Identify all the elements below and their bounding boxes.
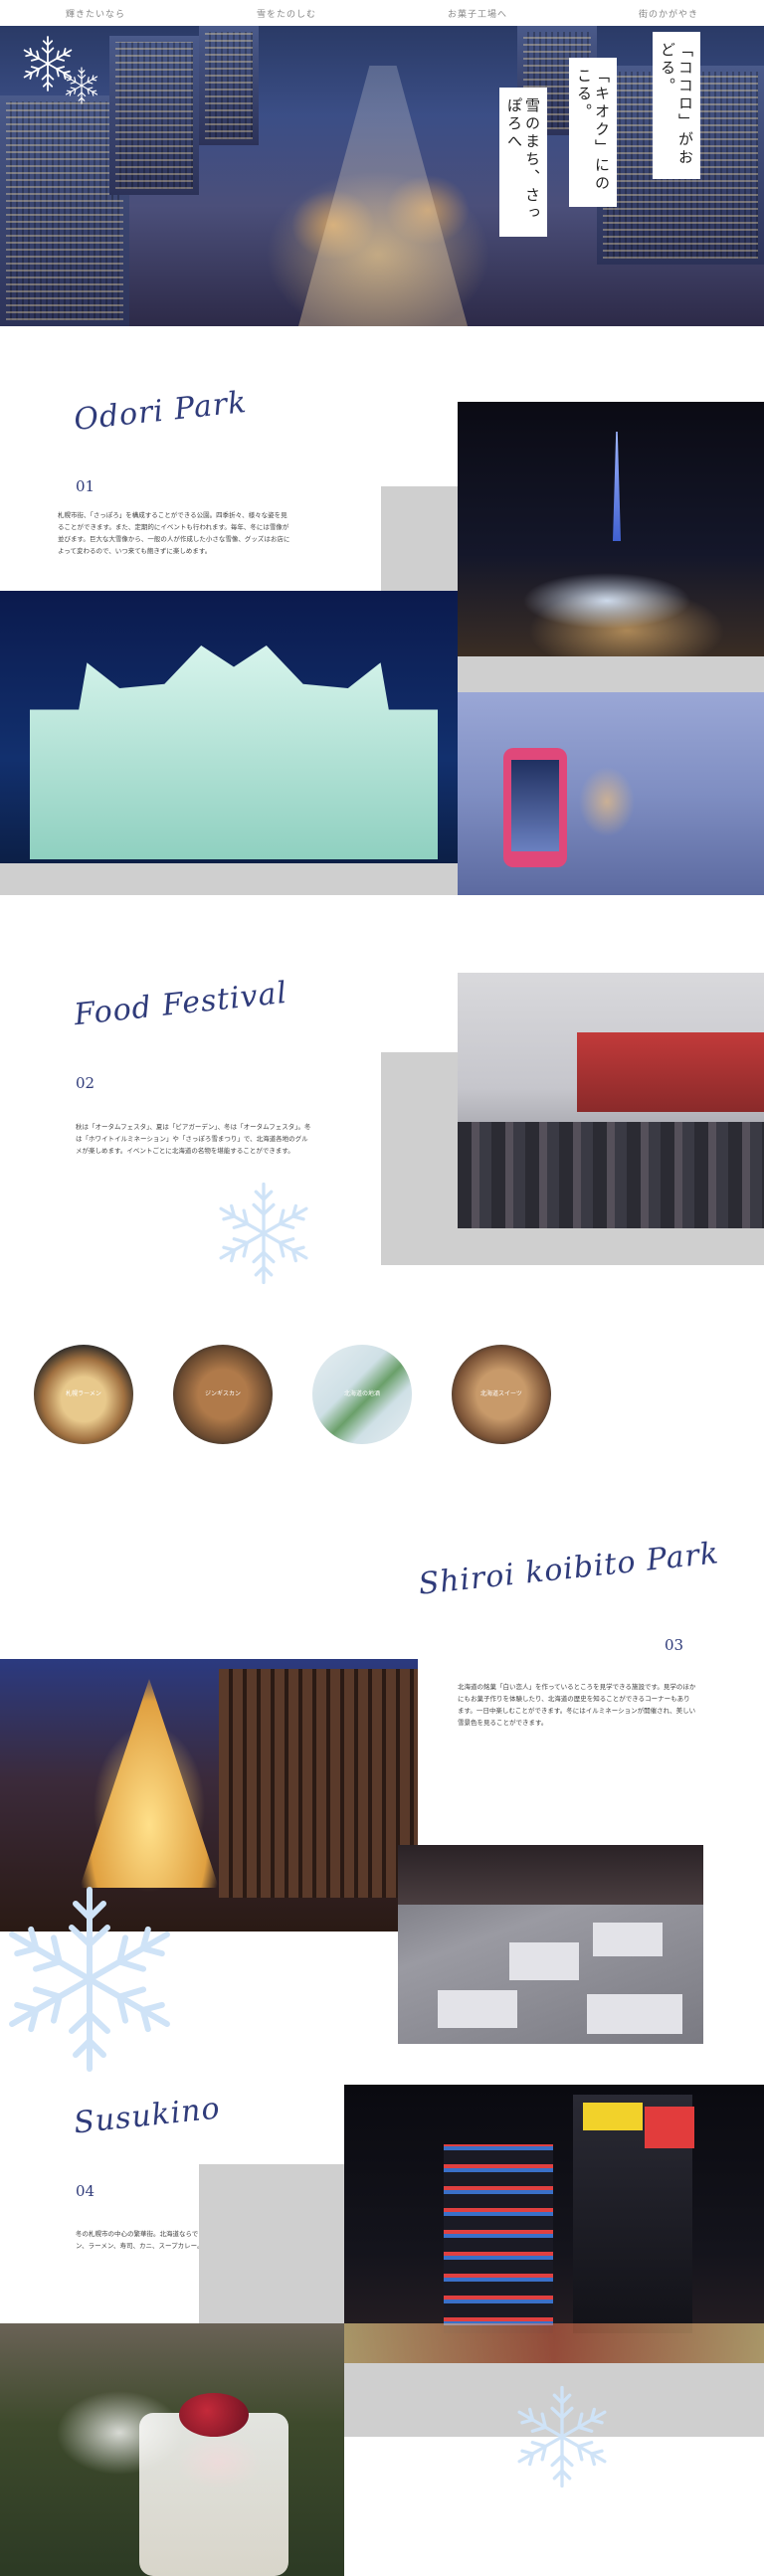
nav-item-3[interactable]: お菓子工場へ	[448, 7, 507, 20]
snowflake-icon	[507, 2375, 617, 2498]
hero-building	[199, 26, 259, 145]
snow-sculpture-photo	[0, 591, 458, 895]
berries-shape	[179, 2393, 249, 2437]
billboard-shape	[583, 2103, 643, 2130]
tv-tower-fountain-photo	[458, 402, 764, 656]
section-number-01: 01	[76, 477, 96, 495]
section-text-food: 秋は「オータムフェスタ」、夏は「ビアガーデン」、冬は「オータムフェスタ」。冬は「…	[76, 1123, 311, 1155]
hero-street	[298, 66, 468, 326]
tray-shape	[593, 1923, 663, 1956]
hero-tagline-2: 「キオク」にのこる。	[569, 58, 617, 207]
food-circle-label: 札幌ラーメン	[66, 1390, 101, 1397]
tv-tower-shape	[613, 432, 621, 541]
dessert-photo	[0, 2323, 344, 2576]
section-title-odori: Odori Park	[72, 384, 249, 439]
crowd-shape	[458, 1122, 764, 1228]
food-circle-jingisukan[interactable]: ジンギスカン	[173, 1345, 273, 1444]
cookie-making-photo	[398, 1845, 703, 2044]
hero-image: 雪のまち、さっぽろへ 「キオク」にのこる。 「ココロ」がおどる。	[0, 26, 764, 326]
food-circle-ramen[interactable]: 札幌ラーメン	[34, 1345, 133, 1444]
food-circle-label: 北海道の地酒	[343, 1390, 380, 1397]
tray-shape	[587, 1994, 682, 2034]
snowflake-icon	[62, 66, 101, 105]
section-text-odori: 札幌市街、「さっぽろ」を構成することができる公園。四季折々、様々な姿を見ることが…	[58, 511, 290, 555]
phone-shape	[503, 748, 567, 867]
phone-photo	[458, 692, 764, 895]
section-number-03: 03	[665, 1636, 684, 1654]
gray-block	[199, 2164, 348, 2323]
gray-block	[0, 863, 458, 895]
jar-shape	[139, 2413, 288, 2576]
hero-tagline-1: 雪のまち、さっぽろへ	[499, 88, 547, 237]
food-festival-photo	[458, 973, 764, 1228]
sculpture-shape	[30, 645, 438, 859]
section-number-02: 02	[76, 1074, 96, 1092]
food-circle-sake[interactable]: 北海道の地酒	[312, 1345, 412, 1444]
food-circle-label: ジンギスカン	[204, 1390, 241, 1397]
section-text-shiroi: 北海道の銘菓「白い恋人」を作っているところを見学できる施設です。見学のほかにもお…	[458, 1683, 696, 1727]
tray-shape	[509, 1942, 579, 1980]
snowflake-icon	[209, 1174, 318, 1293]
nav-item-2[interactable]: 雪をたのしむ	[257, 7, 316, 20]
section-title-food: Food Festival	[72, 975, 289, 1033]
susukino-night-photo	[344, 2085, 764, 2363]
food-circle-sweets[interactable]: 北海道スイーツ	[452, 1345, 551, 1444]
building-shape	[444, 2144, 553, 2333]
christmas-tree-shape	[80, 1679, 219, 1888]
snowflake-icon	[0, 1860, 189, 2099]
section-title-shiroi: Shiroi koibito Park	[417, 1536, 721, 1602]
food-circle-label: 北海道スイーツ	[480, 1390, 522, 1397]
nav-item-1[interactable]: 輝きたいなら	[66, 7, 125, 20]
people-shape	[398, 1845, 703, 1905]
traffic-lights-shape	[344, 2323, 764, 2363]
section-number-04: 04	[76, 2182, 96, 2200]
hero-tagline-3: 「ココロ」がおどる。	[653, 32, 700, 179]
tray-shape	[438, 1990, 517, 2028]
hero-building	[109, 36, 199, 195]
top-nav: 輝きたいなら 雪をたのしむ お菓子工場へ 街のかがやき	[0, 0, 764, 26]
building-shape	[219, 1669, 418, 1898]
stall-shape	[577, 1032, 764, 1112]
billboard-shape	[645, 2107, 694, 2148]
nav-item-4[interactable]: 街のかがやき	[639, 7, 698, 20]
